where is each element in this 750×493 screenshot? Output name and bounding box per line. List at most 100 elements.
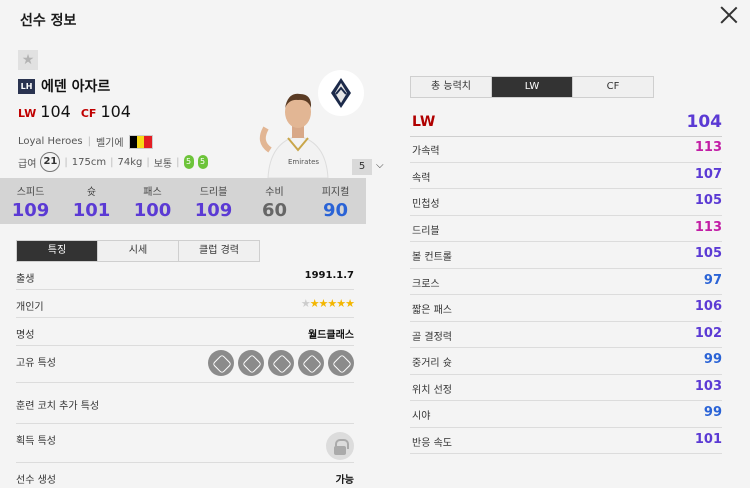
stat-value: 101 [72, 200, 111, 221]
trait-icon[interactable] [328, 350, 354, 376]
trait-icon[interactable] [268, 350, 294, 376]
birth-value: 1991.1.7 [304, 270, 354, 281]
svg-text:Emirates: Emirates [288, 158, 319, 166]
attribute-value: 105 [694, 193, 722, 208]
attribute-name: 속력 [412, 172, 431, 184]
stat-label: 슛 [86, 187, 97, 198]
attribute-value: 105 [694, 246, 722, 261]
stat-value: 60 [261, 200, 288, 221]
trait-icon[interactable] [208, 350, 234, 376]
coach-trait-label: 훈련 코치 추가 특성 [16, 401, 100, 412]
stat-label: 피지컬 [321, 187, 350, 198]
stat-passing: 패스 100 [122, 178, 183, 224]
attribute-header: LW 104 [410, 110, 722, 137]
attribute-name: 민첩성 [412, 199, 440, 210]
season-badge: LH [18, 78, 35, 94]
belgium-flag-icon [128, 134, 153, 149]
popularity-label: 개인기 [16, 302, 44, 313]
position-ovr: 104 [40, 102, 71, 121]
stat-shooting: 슛 101 [61, 178, 122, 224]
stat-value: 109 [194, 200, 233, 221]
fame-label: 명성 [16, 330, 35, 341]
season-nation-row: Loyal Heroes | 벨기에 [18, 134, 153, 149]
stat-speed: 스피드 109 [0, 178, 61, 224]
player-name: 에덴 아자르 [41, 79, 111, 95]
fame-row: 명성 월드클래스 [16, 318, 354, 346]
attribute-name: 짧은 패스 [412, 305, 452, 316]
attribute-list: 가속력 113 속력 107 민첩성 105 드리블 113 볼 컨트롤 105 크로스 97 짧은 패… [410, 136, 722, 454]
player-create-row: 선수 생성 가능 [16, 463, 354, 493]
attribute-value: 102 [694, 325, 722, 341]
trait-icon[interactable] [298, 350, 324, 376]
popularity-stars: ★★★★★★ [300, 297, 355, 310]
tab-total[interactable]: 총 능력치 [411, 77, 492, 97]
position-label: CF [80, 107, 97, 120]
stat-dribbling: 드리블 109 [183, 178, 244, 224]
position-ratings: LW 104 CF 104 [18, 102, 141, 121]
attribute-row: 시야 99 [410, 401, 722, 428]
attribute-name: 중거리 슛 [412, 358, 452, 369]
tab-traits[interactable]: 특징 [17, 241, 98, 261]
birth-label: 출생 [16, 274, 35, 285]
attribute-value: 107 [694, 166, 722, 182]
body-type: 보통 [153, 158, 173, 170]
physical-info-row: 급여 21 | 175cm | 74kg | 보통 | 5 5 [18, 152, 208, 172]
acquired-trait-row: 획득 특성 [16, 424, 354, 463]
stat-defending: 수비 60 [244, 178, 305, 224]
fame-value: 월드클래스 [308, 330, 354, 341]
coach-trait-row: 훈련 코치 추가 특성 [16, 383, 354, 424]
attribute-value: 101 [694, 431, 722, 447]
attribute-row: 위치 선정 103 [410, 375, 722, 401]
attribute-name: 반응 속도 [412, 437, 452, 449]
attribute-name: 크로스 [412, 278, 440, 290]
stat-label: 드리블 [199, 187, 228, 198]
enhance-level-badge[interactable]: 5 [352, 159, 372, 175]
attribute-row: 중거리 슛 99 [410, 348, 722, 375]
attribute-name: 위치 선정 [412, 384, 452, 396]
height: 175cm [71, 156, 107, 168]
position-ovr: 104 [100, 102, 131, 121]
tab-cf[interactable]: CF [573, 77, 653, 97]
acquired-trait-label: 획득 특성 [16, 436, 56, 447]
right-foot-icon: 5 [197, 155, 208, 169]
attribute-position-value: 104 [686, 112, 723, 132]
trait-icon[interactable] [238, 350, 264, 376]
tab-market[interactable]: 시세 [98, 241, 179, 261]
attribute-name: 시야 [412, 411, 431, 422]
stat-physical: 피지컬 90 [305, 178, 366, 224]
player-create-value: 가능 [335, 475, 354, 486]
close-icon[interactable] [718, 4, 740, 26]
lock-icon [326, 432, 354, 460]
attribute-value: 99 [703, 405, 722, 420]
traits-label: 고유 특성 [16, 358, 56, 369]
detail-list: 출생 1991.1.7 개인기 ★★★★★★ 명성 월드클래스 고유 특성 훈련… [16, 262, 355, 493]
popularity-row: 개인기 ★★★★★★ [16, 290, 355, 318]
attribute-row: 골 결정력 102 [410, 322, 722, 348]
birth-row: 출생 1991.1.7 [16, 262, 354, 290]
attribute-position: LW [412, 114, 436, 130]
detail-tabs: 특징 시세 클럽 경력 [16, 240, 260, 262]
salary-label: 급여 [18, 158, 37, 170]
tab-lw[interactable]: LW [492, 77, 573, 97]
favorite-star-icon[interactable]: ★ [18, 50, 38, 70]
attribute-row: 드리블 113 [410, 216, 722, 242]
tab-club-career[interactable]: 클럽 경력 [179, 241, 259, 261]
position-label: LW [18, 107, 37, 120]
attribute-value: 97 [703, 272, 722, 288]
club-crest-icon [318, 70, 364, 116]
stat-label: 패스 [143, 187, 162, 198]
nation-name: 벨기에 [95, 138, 124, 149]
attribute-value: 113 [694, 219, 722, 235]
player-create-label: 선수 생성 [16, 475, 56, 486]
main-stats-bar: 스피드 109 슛 101 패스 100 드리블 109 수비 60 피지컬 9… [0, 178, 366, 224]
attribute-name: 가속력 [412, 146, 440, 157]
chevron-down-icon[interactable]: ⌵ [376, 160, 384, 171]
attribute-value: 113 [694, 140, 722, 155]
traits-row: 고유 특성 [16, 346, 354, 383]
stat-value: 90 [322, 200, 349, 221]
attribute-tabs: 총 능력치 LW CF [410, 76, 654, 98]
salary-badge: 21 [40, 152, 61, 172]
player-name-row: LH 에덴 아자르 [18, 76, 110, 96]
trait-icons [208, 350, 354, 376]
attribute-value: 99 [703, 352, 722, 367]
